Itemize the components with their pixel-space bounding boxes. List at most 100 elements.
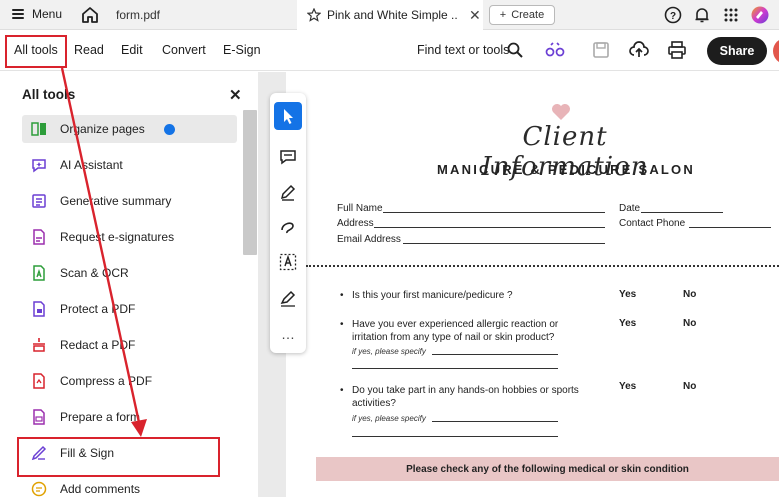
redact-pdf-icon [31, 337, 47, 353]
print-icon[interactable] [667, 41, 687, 59]
ai-assistant-toolbar-icon[interactable] [545, 41, 565, 59]
tool-request-esignatures[interactable]: Request e-signatures [22, 223, 237, 251]
tool-generative-summary[interactable]: Generative summary [22, 187, 237, 215]
email-label: Email Address [337, 234, 401, 245]
compress-pdf-icon [31, 373, 47, 389]
tool-add-comments[interactable]: Add comments [22, 475, 237, 497]
premium-badge-icon [163, 123, 175, 135]
full-name-label: Full Name [337, 203, 383, 214]
tool-organize-pages[interactable]: Organize pages [22, 115, 237, 143]
date-field[interactable] [641, 212, 723, 213]
date-label: Date [619, 203, 641, 214]
cloud-upload-icon[interactable] [629, 40, 649, 60]
save-icon[interactable] [592, 41, 610, 59]
tool-scan-ocr[interactable]: Scan & OCR [22, 259, 237, 287]
tool-label: Scan & OCR [60, 266, 129, 280]
quick-tools-bar: … [270, 93, 306, 353]
main-toolbar: All tools Read Edit Convert E-Sign Find … [0, 31, 779, 71]
medical-condition-text: Please check any of the following medica… [406, 463, 689, 475]
find-text-label[interactable]: Find text or tools [417, 43, 509, 57]
tool-label: Organize pages [60, 122, 145, 136]
hamburger-icon [12, 9, 24, 19]
add-comments-icon [31, 481, 47, 497]
esign-tab[interactable]: E-Sign [223, 43, 261, 57]
create-button[interactable]: + Create [489, 5, 555, 25]
question-1-text: Is this your first manicure/pedicure ? [352, 290, 513, 301]
create-label: Create [511, 9, 545, 21]
question-1-yes[interactable]: Yes [619, 289, 636, 300]
tool-prepare-form[interactable]: Prepare a form [22, 403, 237, 431]
medical-condition-heading: Please check any of the following medica… [316, 457, 779, 481]
panel-title: All tools [22, 87, 76, 102]
cursor-icon [284, 109, 293, 124]
protect-pdf-icon [31, 301, 47, 317]
question-3-extra-line[interactable] [352, 436, 558, 437]
request-esign-icon [31, 229, 47, 245]
edit-tab[interactable]: Edit [121, 43, 143, 57]
question-2-extra-line[interactable] [352, 368, 558, 369]
question-3-specify-field[interactable] [432, 421, 558, 422]
tab-bar: Menu form.pdf Pink and White Simple ... … [0, 0, 779, 30]
question-1-no[interactable]: No [683, 289, 696, 300]
home-icon[interactable] [80, 5, 100, 25]
address-field[interactable] [374, 227, 605, 228]
question-2-no[interactable]: No [683, 318, 696, 329]
text-field-icon[interactable] [279, 253, 297, 271]
prepare-form-icon [31, 409, 47, 425]
question-2-specify-field[interactable] [432, 354, 558, 355]
tool-label: Add comments [60, 482, 141, 496]
question-3: • Do you take part in any hands-on hobbi… [340, 384, 579, 410]
tab-active-document[interactable]: Pink and White Simple ... ✕ [297, 0, 483, 30]
comment-icon[interactable] [279, 148, 297, 166]
question-2-yes[interactable]: Yes [619, 318, 636, 329]
close-panel-icon[interactable]: ✕ [229, 86, 242, 104]
tool-compress-pdf[interactable]: Compress a PDF [22, 367, 237, 395]
full-name-field[interactable] [383, 212, 605, 213]
email-field[interactable] [403, 243, 605, 244]
question-3-line-1: Do you take part in any hands-on hobbies… [352, 385, 579, 396]
help-icon[interactable]: ? [664, 6, 682, 24]
scan-ocr-icon [31, 265, 47, 281]
read-tab[interactable]: Read [74, 43, 104, 57]
tool-label: Redact a PDF [60, 338, 136, 352]
ai-assistant-icon [31, 157, 47, 173]
plus-icon: + [499, 9, 507, 21]
highlight-pen-icon[interactable] [279, 183, 297, 201]
close-tab-icon[interactable]: ✕ [469, 7, 481, 24]
question-3-no[interactable]: No [683, 381, 696, 392]
contact-phone-field[interactable] [689, 227, 771, 228]
tool-ai-assistant[interactable]: AI Assistant [22, 151, 237, 179]
tool-protect-pdf[interactable]: Protect a PDF [22, 295, 237, 323]
question-2-specify: if yes, please specify [352, 347, 426, 356]
tool-label: AI Assistant [60, 158, 123, 172]
tab-form-pdf[interactable]: form.pdf [116, 8, 160, 22]
profile-icon[interactable] [751, 6, 769, 24]
organize-pages-icon [31, 121, 47, 137]
question-2-line-1: Have you ever experienced allergic react… [352, 319, 559, 330]
question-1: • Is this your first manicure/pedicure ? [340, 289, 513, 302]
more-options-icon[interactable]: … [281, 326, 296, 342]
draw-freehand-icon[interactable] [279, 218, 297, 236]
question-3-line-2: activities? [352, 398, 396, 409]
question-3-yes[interactable]: Yes [619, 381, 636, 392]
search-icon[interactable] [507, 42, 523, 58]
menu-button[interactable]: Menu [12, 7, 62, 21]
select-cursor-button[interactable] [274, 102, 302, 130]
all-tools-highlight [5, 35, 67, 68]
panel-scrollbar[interactable] [243, 110, 257, 255]
menu-label: Menu [32, 7, 63, 21]
tool-label: Prepare a form [60, 410, 141, 424]
star-icon[interactable] [307, 8, 321, 22]
convert-tab[interactable]: Convert [162, 43, 206, 57]
tool-label: Protect a PDF [60, 302, 136, 316]
svg-text:?: ? [670, 11, 676, 22]
sign-icon[interactable] [279, 289, 297, 307]
generative-summary-icon [31, 193, 47, 209]
share-button[interactable]: Share [707, 37, 767, 65]
bullet: • [340, 290, 344, 301]
notification-bell-icon[interactable] [693, 6, 711, 24]
tool-redact-pdf[interactable]: Redact a PDF [22, 331, 237, 359]
apps-grid-icon[interactable] [722, 6, 740, 24]
address-label: Address [337, 218, 374, 229]
question-2-line-2: irritation from any type of nail or skin… [352, 332, 555, 343]
